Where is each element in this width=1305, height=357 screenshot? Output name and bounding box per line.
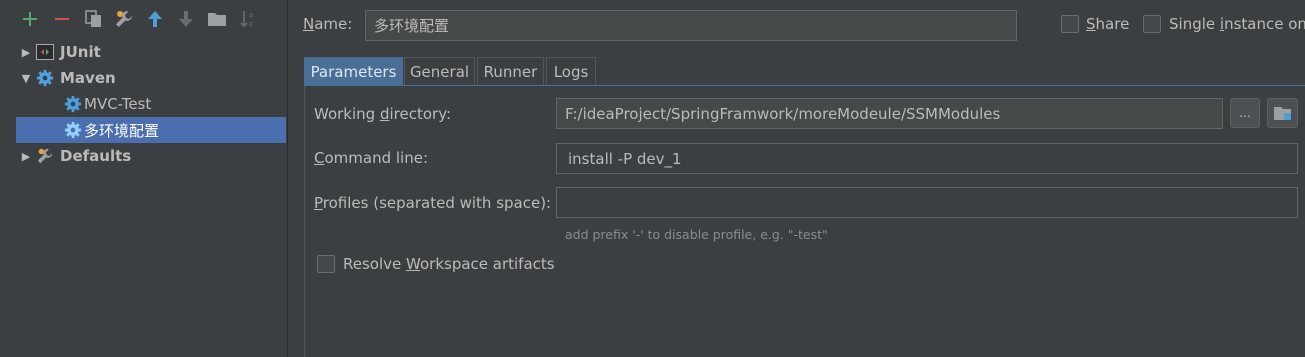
maven-gear-icon [64, 121, 82, 139]
tab-logs[interactable]: Logs [546, 57, 596, 86]
expand-arrow-icon[interactable]: ▶ [16, 150, 36, 163]
configurations-panel: az ▶ JUnit ▼ Maven MVC-Test 多环境配置 ▶ Defa… [0, 0, 288, 357]
folder-icon[interactable] [206, 8, 228, 30]
working-directory-value: F:/ideaProject/SpringFramwork/moreModeul… [565, 104, 1001, 123]
tree-item-label: MVC-Test [84, 95, 152, 113]
move-down-icon[interactable] [175, 8, 197, 30]
profiles-input[interactable] [556, 187, 1298, 218]
tree-item-label: Defaults [60, 147, 132, 165]
tree-item-defaults[interactable]: ▶ Defaults [16, 143, 286, 169]
junit-icon [36, 44, 54, 60]
expand-arrow-icon[interactable]: ▶ [16, 46, 36, 59]
tab-label: Logs [553, 62, 589, 81]
tree-item-mvc-test[interactable]: MVC-Test [16, 91, 286, 117]
copy-icon[interactable] [83, 8, 105, 30]
single-instance-checkbox[interactable] [1143, 15, 1161, 33]
tree-item-label: JUnit [60, 43, 101, 61]
resolve-workspace-checkbox[interactable] [317, 255, 335, 273]
folder-icon [1273, 107, 1291, 120]
tree-item-selected-config[interactable]: 多环境配置 [16, 117, 286, 143]
tree-item-label: 多环境配置 [84, 121, 160, 140]
browse-button[interactable]: ... [1230, 98, 1260, 128]
wrench-icon[interactable] [113, 8, 135, 30]
svg-text:a: a [249, 11, 253, 19]
tree-item-junit[interactable]: ▶ JUnit [16, 39, 286, 65]
collapse-arrow-icon[interactable]: ▼ [16, 72, 36, 85]
sort-icon[interactable]: az [238, 8, 260, 30]
svg-text:z: z [249, 20, 253, 28]
profiles-label: Profiles (separated with space): [314, 194, 552, 212]
tab-parameters[interactable]: Parameters [304, 57, 403, 86]
command-line-input[interactable]: install -P dev_1 [556, 143, 1298, 174]
share-label: Share [1086, 15, 1130, 33]
working-directory-label: Working directory: [314, 105, 452, 123]
share-checkbox[interactable] [1061, 15, 1079, 33]
tab-label: General [409, 62, 470, 81]
profiles-hint: add prefix '-' to disable profile, e.g. … [565, 227, 828, 242]
name-label: Name: [303, 15, 353, 33]
maven-gear-icon [36, 69, 54, 87]
command-line-value: install -P dev_1 [568, 149, 682, 168]
name-value: 多环境配置 [374, 17, 450, 35]
tab-label: Parameters [310, 62, 397, 81]
maven-gear-icon [64, 95, 82, 113]
add-icon[interactable] [19, 8, 41, 30]
working-directory-input[interactable]: F:/ideaProject/SpringFramwork/moreModeul… [556, 98, 1223, 129]
tab-runner[interactable]: Runner [477, 57, 544, 86]
macros-folder-button[interactable] [1267, 98, 1298, 128]
tab-general[interactable]: General [404, 57, 475, 86]
name-input[interactable]: 多环境配置 [365, 10, 1017, 41]
wrench-icon [37, 148, 53, 164]
tree-item-label: Maven [60, 69, 116, 87]
browse-label: ... [1239, 106, 1251, 120]
tree-item-maven[interactable]: ▼ Maven [16, 65, 286, 91]
move-up-icon[interactable] [144, 8, 166, 30]
remove-icon[interactable] [51, 8, 73, 30]
tab-label: Runner [483, 62, 538, 81]
command-line-label: Command line: [314, 149, 428, 167]
single-instance-label: Single instance onl [1169, 15, 1305, 33]
resolve-workspace-label: Resolve Workspace artifacts [343, 255, 555, 273]
